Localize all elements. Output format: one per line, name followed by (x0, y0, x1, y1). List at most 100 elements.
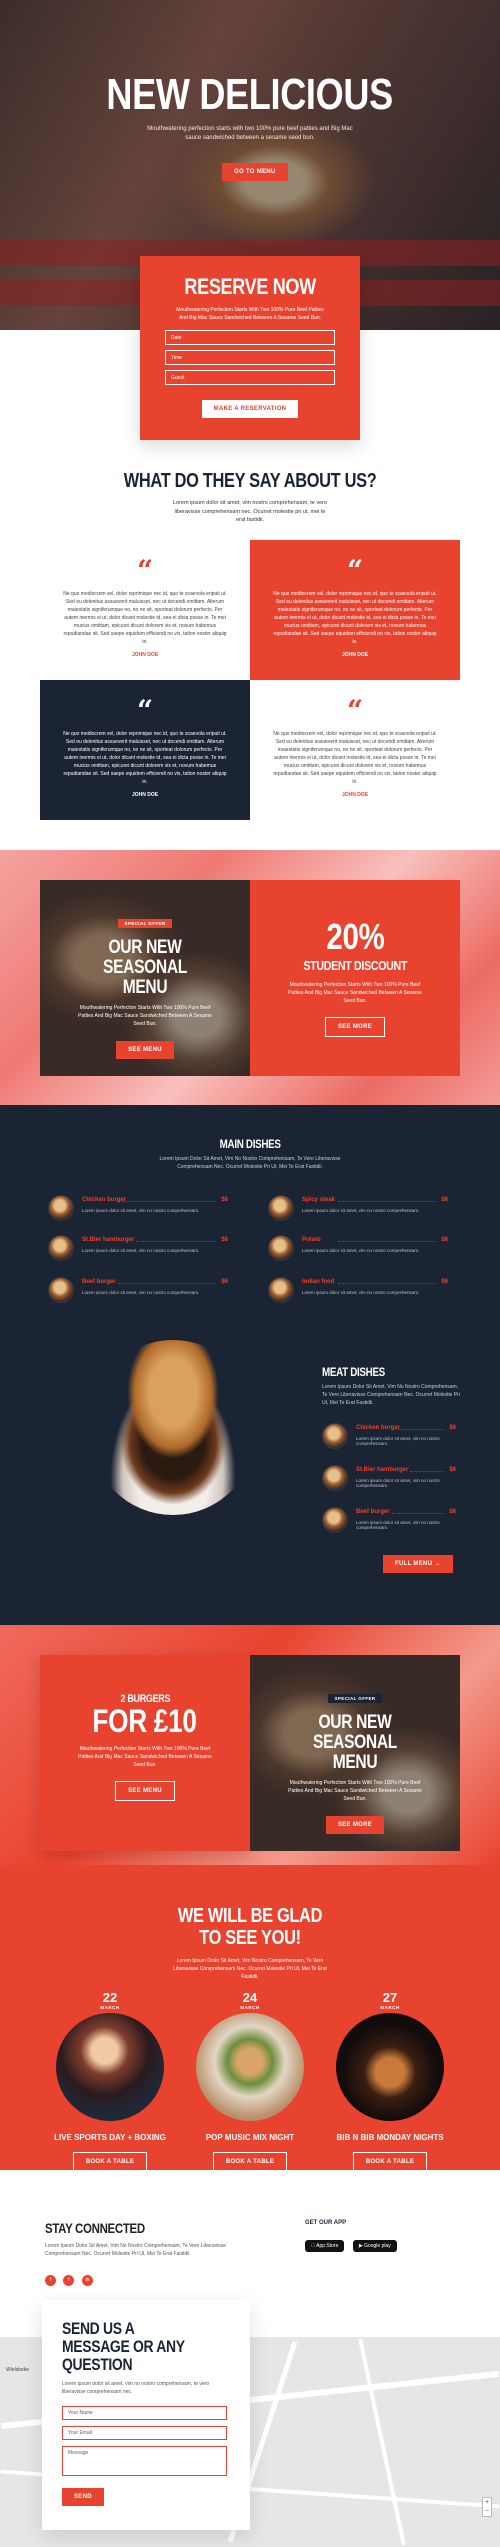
make-reservation-button[interactable]: MAKE A RESERVATION (201, 400, 299, 418)
full-menu-label: FULL MENU (395, 1561, 433, 1567)
send-button[interactable]: SEND (62, 2488, 104, 2506)
dotted-leader (392, 1429, 444, 1430)
social-links: f t in (45, 2268, 245, 2286)
see-menu-button[interactable]: SEE MENU (116, 1041, 174, 1059)
name-field[interactable]: Your Name (62, 2406, 227, 2420)
google-play-button[interactable]: ▶ Google play (352, 2240, 397, 2252)
menu-item[interactable]: St.Bier hamburger $6 Lorem ipsum dolor s… (48, 1235, 228, 1265)
dish-price: $6 (441, 1197, 448, 1203)
testimonial-text: Ne quo mediocrem vel, dolor reprimique n… (273, 591, 437, 645)
dishes-section: MAIN DISHES Lorem Ipsum Dolor Sit Amet, … (0, 1105, 500, 1625)
events-section: WE WILL BE GLAD TO SEE YOU! Lorem Ipsum … (0, 1865, 500, 2172)
book-table-button[interactable]: BOOK A TABLE (212, 2152, 288, 2172)
event-image (196, 2013, 304, 2121)
date-field[interactable]: Date (165, 330, 335, 345)
menu-item[interactable]: Potato $6 Lorem ipsum dolor sit amet, vi… (268, 1235, 448, 1265)
go-to-menu-button[interactable]: GO TO MENU (222, 163, 288, 181)
zoom-control[interactable]: + − (482, 2497, 492, 2517)
event-day: 22 (102, 1990, 118, 2005)
reserve-text: Mouthwatering Perfection Starts With Two… (176, 307, 324, 321)
email-field[interactable]: Your Email (62, 2426, 227, 2440)
menu-item[interactable]: Chicken burger $6 Lorem ipsum dolor sit … (48, 1195, 228, 1225)
menu-item[interactable]: Chicken burger $6 Lorem ipsum dolor sit … (322, 1423, 456, 1453)
dish-price: $6 (221, 1197, 228, 1203)
stay-connected-title: STAY CONNECTED (45, 2220, 145, 2236)
menu-item[interactable]: St.Bier hamburger $6 Lorem ipsum dolor s… (322, 1465, 456, 1495)
quote-icon: “ (136, 554, 154, 587)
main-dishes-intro: Lorem Ipsum Dolor Sit Amet, Vim No Nostr… (159, 1156, 341, 1170)
event-month: MARCH (100, 2005, 120, 2010)
discount-title: STUDENT DISCOUNT (303, 958, 407, 973)
menu-item[interactable]: Beef burger $6 Lorem ipsum dolor sit ame… (48, 1277, 228, 1307)
dish-price: $6 (441, 1279, 448, 1285)
testimonial-text: Ne quo mediocrem vel, dolor reprimique n… (273, 731, 437, 785)
dish-price: $6 (449, 1467, 456, 1473)
seasonal-text: Mouthwatering Perfection Starts With Two… (78, 1005, 212, 1027)
message-field[interactable]: Message (62, 2446, 227, 2476)
menu-item[interactable]: Indian food $6 Lorem ipsum dolor sit ame… (268, 1277, 448, 1307)
offer-section: 2 BURGERS FOR £10 Mouthwatering Perfecti… (0, 1625, 500, 1865)
testimonials-intro: Lorem ipsum dolor sit amet, vim nostro c… (172, 500, 328, 523)
event-month: MARCH (240, 2005, 260, 2010)
dish-description: Lorem ipsum dolor sit amet, vim no nostr… (82, 1208, 200, 1213)
guest-field[interactable]: Guest (165, 370, 335, 385)
google-play-label: Google play (358, 2243, 391, 2249)
dish-thumbnail (268, 1277, 294, 1303)
quote-icon: “ (346, 694, 364, 727)
app-store-label: App Store (311, 2243, 338, 2249)
app-store-button[interactable]:  App Store (305, 2240, 345, 2252)
menu-item[interactable]: Spicy steak $6 Lorem ipsum dolor sit ame… (268, 1195, 448, 1225)
dish-name: Spicy steak (302, 1197, 336, 1203)
book-table-button[interactable]: BOOK A TABLE (72, 2152, 148, 2172)
dish-price: $6 (441, 1237, 448, 1243)
offer-see-menu-button[interactable]: SEE MENU (115, 1781, 175, 1801)
linkedin-icon[interactable]: in (81, 2275, 93, 2286)
twitter-icon[interactable]: t (63, 2275, 75, 2286)
stay-connected-intro: Lorem Ipsum Dolor Sit Amet, Vim No Nostr… (45, 2243, 227, 2257)
dish-price: $6 (221, 1237, 228, 1243)
seasonal-menu-card-2: SPECIAL OFFER OUR NEW SEASONAL MENU Mout… (250, 1655, 460, 1851)
testimonials-header: WHAT DO THEY SAY ABOUT US? Lorem ipsum d… (0, 470, 500, 525)
message-intro: Lorem ipsum dolor sit amet, vim no nostr… (62, 2381, 210, 2395)
message-title: SEND US A MESSAGE OR ANY QUESTION (62, 2319, 185, 2374)
message-form-card: SEND US A MESSAGE OR ANY QUESTION Lorem … (42, 2300, 250, 2530)
testimonial-author: JOHN DOE (131, 652, 159, 658)
student-discount-card: 20% STUDENT DISCOUNT Mouthwatering Perfe… (250, 880, 460, 1076)
testimonial-card: “ Ne quo mediocrem vel, dolor reprimique… (250, 540, 460, 680)
event-card: 27 MARCH BIB N BIB MONDAY NIGHTS BOOK A … (325, 1990, 455, 2172)
dish-price: $6 (449, 1425, 456, 1431)
dish-description: Lorem ipsum dolor sit amet, vim no nostr… (356, 1520, 440, 1530)
dotted-leader (338, 1283, 436, 1284)
testimonials-grid: “ Ne quo mediocrem vel, dolor reprimique… (40, 540, 460, 820)
quote-icon: “ (346, 554, 364, 587)
meat-dishes-title: MEAT DISHES (322, 1365, 385, 1379)
dish-name: Beef burger (82, 1279, 116, 1285)
dish-thumbnail (268, 1195, 294, 1221)
event-title: POP MUSIC MIX NIGHT (205, 2133, 295, 2142)
dish-description: Lorem ipsum dolor sit amet, vim no nostr… (356, 1478, 440, 1488)
menu-item[interactable]: Beef burger $6 Lorem ipsum dolor sit ame… (322, 1507, 456, 1537)
book-table-button[interactable]: BOOK A TABLE (352, 2152, 428, 2172)
see-more-button[interactable]: SEE MORE (324, 1017, 386, 1037)
testimonial-author: JOHN DOE (341, 792, 369, 798)
dish-thumbnail (48, 1277, 74, 1303)
time-field[interactable]: Time (165, 350, 335, 365)
testimonials-title: WHAT DO THEY SAY ABOUT US? (123, 470, 377, 492)
offer-text: Mouthwatering Perfection Starts With Two… (78, 1746, 212, 1768)
dotted-leader (118, 1283, 216, 1284)
seasonal2-see-more-button[interactable]: SEE MORE (325, 1816, 385, 1834)
facebook-icon[interactable]: f (45, 2275, 56, 2286)
dish-name: Chicken burger (82, 1197, 127, 1203)
dish-thumbnail (322, 1507, 348, 1533)
main-dishes-title: MAIN DISHES (219, 1137, 281, 1151)
burgers-offer-card: 2 BURGERS FOR £10 Mouthwatering Perfecti… (40, 1655, 250, 1851)
event-card: 24 MARCH POP MUSIC MIX NIGHT BOOK A TABL… (185, 1990, 315, 2172)
testimonial-author: JOHN DOE (131, 792, 159, 798)
dish-name: Indian food (302, 1279, 335, 1285)
special-offer-badge: SPECIAL OFFER (328, 1694, 382, 1703)
dotted-leader (392, 1513, 444, 1514)
full-menu-button[interactable]: FULL MENU → (383, 1555, 453, 1573)
testimonial-card: “ Ne quo mediocrem vel, dolor reprimique… (250, 680, 460, 820)
dish-name: St.Bier hamburger (356, 1467, 409, 1473)
dish-description: Lorem ipsum dolor sit amet, vim no nostr… (356, 1436, 440, 1446)
